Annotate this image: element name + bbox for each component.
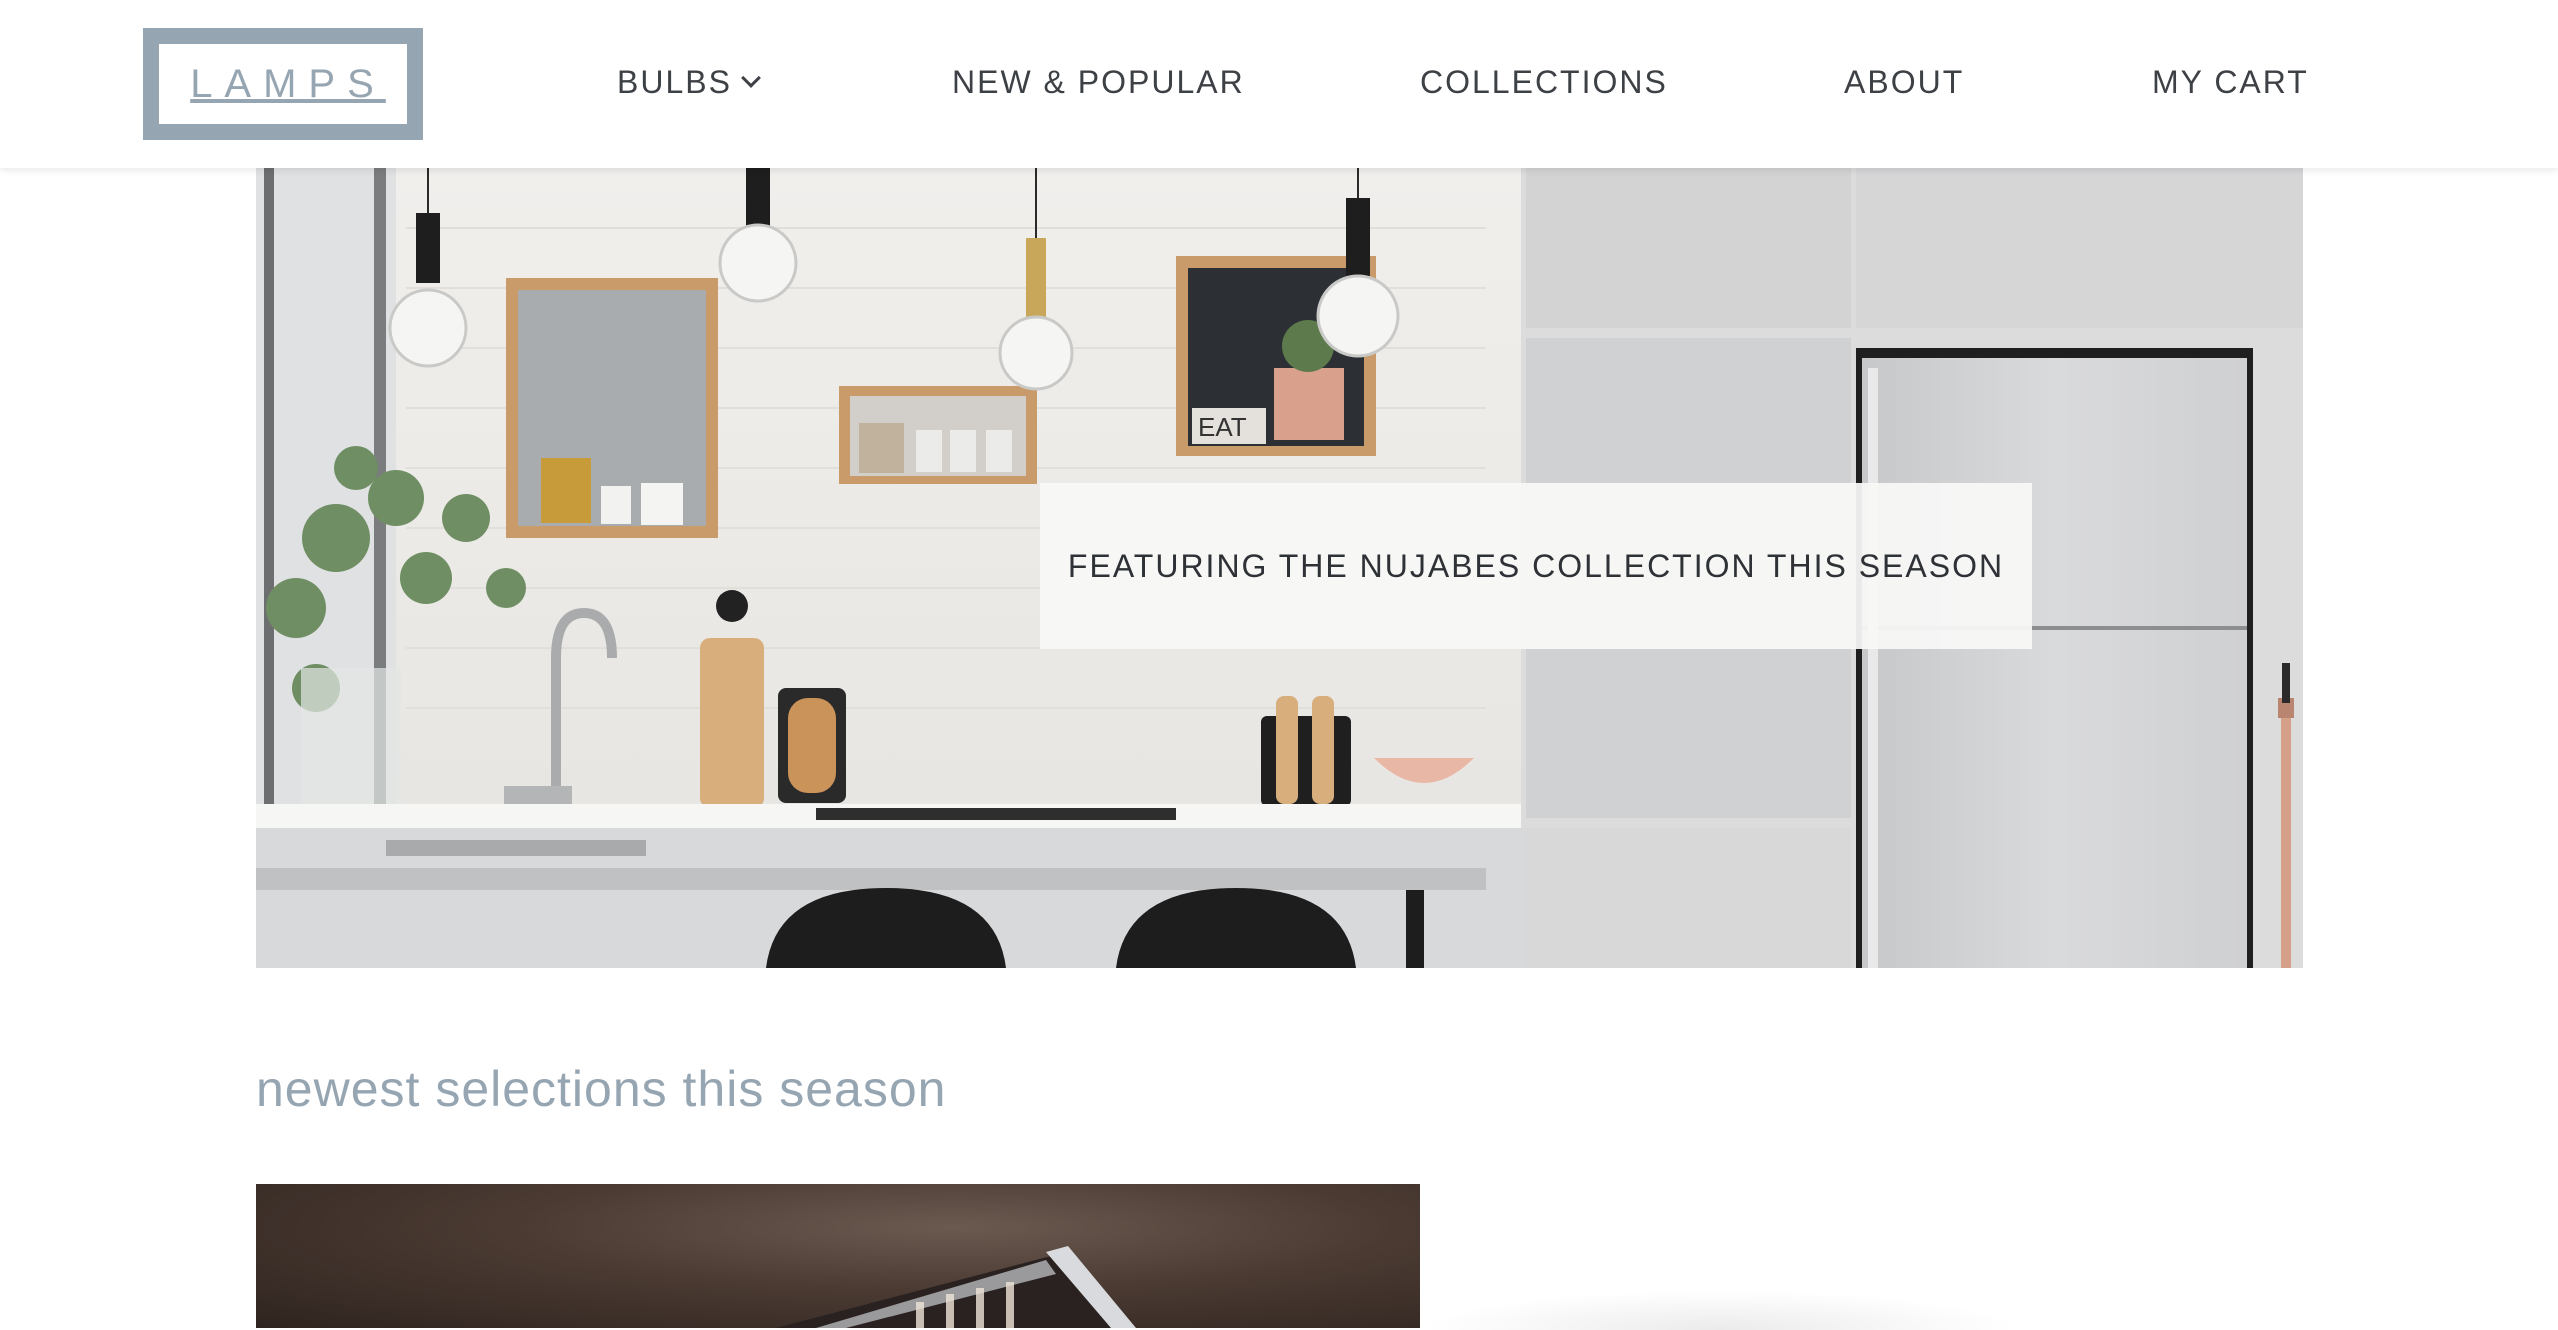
nav-item-bulbs[interactable]: BULBS [617, 64, 761, 101]
hero-banner[interactable]: FEATURING THE NUJABES COLLECTION THIS SE… [1040, 483, 2032, 649]
hero-banner-text: FEATURING THE NUJABES COLLECTION THIS SE… [1067, 547, 2005, 584]
nav-item-label: BULBS [617, 64, 732, 100]
chevron-down-icon [741, 68, 761, 88]
product-card[interactable] [256, 1184, 1420, 1328]
nav-item-collections[interactable]: COLLECTIONS [1420, 64, 1668, 101]
nav-item-new-popular[interactable]: NEW & POPULAR [952, 64, 1245, 101]
logo[interactable]: LAMPS [143, 28, 423, 140]
jar-label: EAT [1198, 412, 1247, 442]
hero-image[interactable]: EAT FEATURING THE NUJABES COLLECTION THI… [256, 168, 2303, 968]
logo-text: LAMPS [190, 61, 386, 106]
card-shadow [1420, 1290, 2020, 1330]
nav-item-cart[interactable]: MY CART [2152, 64, 2309, 101]
site-header: LAMPS BULBS NEW & POPULAR COLLECTIONS AB… [0, 0, 2558, 168]
nav-item-about[interactable]: ABOUT [1844, 64, 1964, 101]
section-title: newest selections this season [256, 1061, 947, 1117]
lamp-product-image [776, 1246, 1136, 1328]
